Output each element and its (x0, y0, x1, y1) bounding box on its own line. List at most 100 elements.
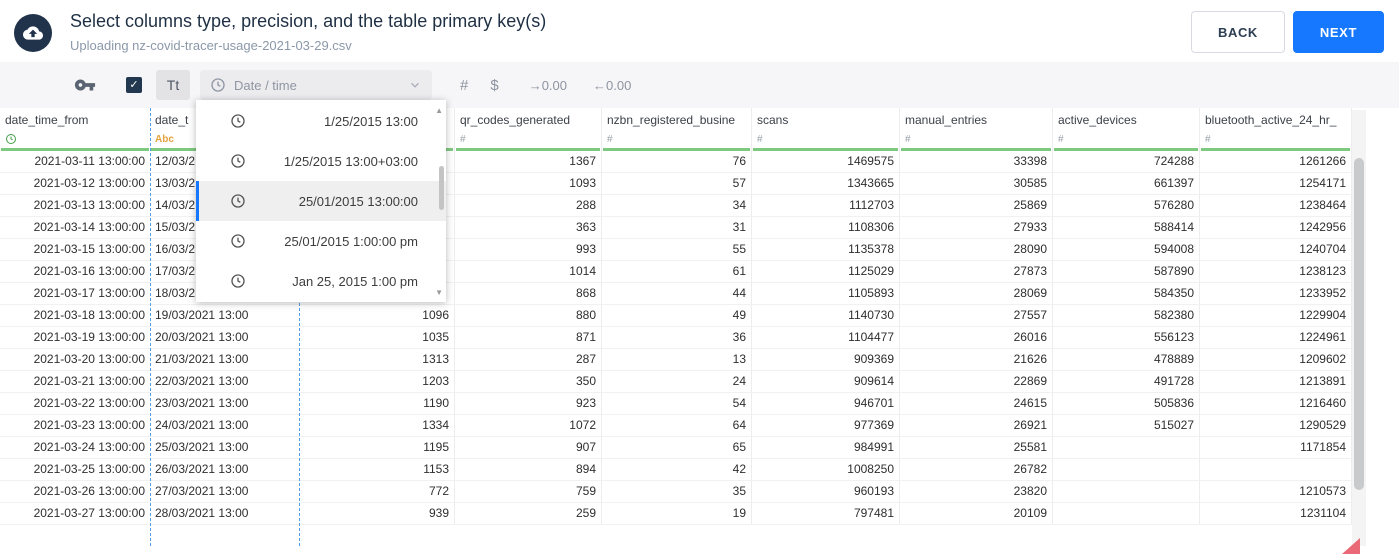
format-option[interactable]: 25/01/2015 13:00:00 (196, 181, 446, 221)
scroll-up-arrow-icon[interactable]: ▲ (435, 106, 443, 115)
format-option[interactable]: Jan 25, 2015 1:00 pm (196, 261, 446, 301)
format-option[interactable]: 1/25/2015 13:00 (196, 101, 446, 141)
format-option-label: 1/25/2015 13:00+03:00 (283, 153, 418, 169)
selected-type-label: Date / time (234, 77, 297, 93)
table-cell: 26782 (900, 459, 1053, 480)
text-type-button[interactable]: Tt (156, 70, 190, 100)
table-cell: 33398 (900, 151, 1053, 172)
number-type-indicator: # (1058, 133, 1064, 145)
table-cell: 1105893 (752, 283, 900, 304)
table-cell: 993 (455, 239, 602, 260)
table-row: 2021-03-18 13:00:00 19/03/2021 13:00 1096 8… (0, 305, 1352, 327)
table-cell: 350 (455, 371, 602, 392)
parse-ok-bar (456, 148, 600, 151)
table-cell: 28/03/2021 13:00 (155, 506, 249, 520)
table-row: 2021-03-20 13:00:00 21/03/2021 13:00 1313 2… (0, 349, 1352, 371)
decrease-decimal-icon[interactable]: ←0.00 (593, 78, 631, 93)
table-row: 2021-03-22 13:00:00 23/03/2021 13:00 1190 9… (0, 393, 1352, 415)
table-cell: 960193 (752, 481, 900, 502)
table-cell: 556123 (1053, 327, 1200, 348)
table-cell: 1334 (299, 415, 455, 436)
scroll-corner-marker (1342, 538, 1360, 554)
back-button[interactable]: BACK (1190, 11, 1285, 53)
table-cell: 1238123 (1200, 261, 1352, 282)
table-cell: 61 (602, 261, 752, 282)
table-cell: 2021-03-22 13:00:00 (33, 396, 145, 410)
table-cell: 1203 (299, 371, 455, 392)
table-cell: 363 (455, 217, 602, 238)
table-cell: 1343665 (752, 173, 900, 194)
table-cell: 57 (602, 173, 752, 194)
format-option-list: 1/25/2015 13:00 1/25/2015 13:00+03:00 25/0… (196, 101, 446, 301)
column-name: active_devices (1058, 113, 1137, 127)
table-cell: 2021-03-17 13:00:00 (33, 286, 145, 300)
primary-key-icon[interactable] (74, 74, 96, 96)
table-cell: 1240704 (1200, 239, 1352, 260)
table-cell: 2021-03-14 13:00:00 (33, 220, 145, 234)
column-header-qr_codes_generated[interactable]: qr_codes_generated # (455, 108, 602, 151)
column-header-scans[interactable]: scans # (752, 108, 900, 151)
table-cell: 20/03/2021 13:00 (155, 330, 249, 344)
clock-icon (230, 113, 246, 129)
table-cell: 1290529 (1200, 415, 1352, 436)
increase-decimal-icon[interactable]: →0.00 (529, 78, 567, 93)
vertical-scrollbar[interactable] (1352, 110, 1366, 546)
table-cell: 27/03/2021 13:00 (155, 484, 249, 498)
dropdown-scrollbar-thumb[interactable] (439, 166, 444, 210)
table-cell: 1231104 (1200, 503, 1352, 524)
table-cell: 26/03/2021 13:00 (155, 462, 249, 476)
table-cell: 23/03/2021 13:00 (155, 396, 249, 410)
number-type-icon[interactable]: # (460, 77, 468, 94)
parse-ok-bar (1201, 148, 1350, 151)
table-cell: 2021-03-12 13:00:00 (33, 176, 145, 190)
clock-icon (210, 77, 226, 93)
column-header-bluetooth_active_24_hr_[interactable]: bluetooth_active_24_hr_ # (1200, 108, 1352, 151)
table-cell: 984991 (752, 437, 900, 458)
table-cell: 22869 (900, 371, 1053, 392)
table-cell: 946701 (752, 393, 900, 414)
datetime-format-select[interactable]: Date / time (200, 70, 432, 100)
column-header-manual_entries[interactable]: manual_entries # (900, 108, 1053, 151)
table-cell: 1190 (299, 393, 455, 414)
column-name: qr_codes_generated (460, 113, 571, 127)
table-cell: 30585 (900, 173, 1053, 194)
table-cell: 1008250 (752, 459, 900, 480)
table-cell: 27557 (900, 305, 1053, 326)
include-column-checkbox[interactable]: ✓ (126, 77, 142, 93)
table-cell: 2021-03-26 13:00:00 (33, 484, 145, 498)
number-type-indicator: # (905, 133, 911, 145)
number-type-indicator: # (460, 133, 466, 145)
currency-type-icon[interactable]: $ (490, 77, 498, 94)
wizard-header: Select columns type, precision, and the … (0, 0, 1399, 62)
table-cell: 24 (602, 371, 752, 392)
table-row: 2021-03-21 13:00:00 22/03/2021 13:00 1203 3… (0, 371, 1352, 393)
format-option[interactable]: 25/01/2015 1:00:00 pm (196, 221, 446, 261)
table-cell: 1261266 (1200, 151, 1352, 172)
table-cell: 1233952 (1200, 283, 1352, 304)
table-cell: 894 (455, 459, 602, 480)
next-button[interactable]: NEXT (1292, 11, 1384, 53)
table-cell (1053, 481, 1200, 502)
parse-ok-bar (753, 148, 898, 151)
vertical-scrollbar-thumb[interactable] (1354, 158, 1364, 490)
table-cell: 27933 (900, 217, 1053, 238)
table-cell: 588414 (1053, 217, 1200, 238)
table-cell: 64 (602, 415, 752, 436)
table-cell: 907 (455, 437, 602, 458)
table-cell: 20109 (900, 503, 1053, 524)
table-row: 2021-03-19 13:00:00 20/03/2021 13:00 1035 8… (0, 327, 1352, 349)
table-cell: 1104477 (752, 327, 900, 348)
column-name: bluetooth_active_24_hr_ (1205, 113, 1337, 127)
column-header-nzbn_registered_busine[interactable]: nzbn_registered_busine # (602, 108, 752, 151)
table-row: 2021-03-24 13:00:00 25/03/2021 13:00 1195 9… (0, 437, 1352, 459)
column-header-active_devices[interactable]: active_devices # (1053, 108, 1200, 151)
table-cell: 24615 (900, 393, 1053, 414)
format-option[interactable]: 1/25/2015 13:00+03:00 (196, 141, 446, 181)
column-header-date_time_from[interactable]: date_time_from (0, 108, 150, 151)
format-option-label: Jan 25, 2015 1:00 pm (292, 273, 418, 289)
scroll-down-arrow-icon[interactable]: ▼ (435, 288, 443, 297)
table-cell: 288 (455, 195, 602, 216)
table-cell: 27873 (900, 261, 1053, 282)
table-cell: 2021-03-20 13:00:00 (33, 352, 145, 366)
clock-icon (230, 193, 246, 209)
